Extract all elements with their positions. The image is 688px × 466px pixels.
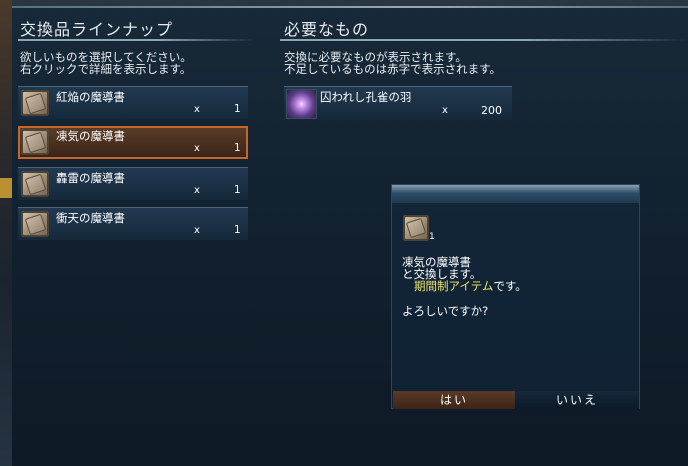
item-name: 凍気の魔導書 [56,129,125,143]
item-quantity: 1 [234,142,241,154]
required-item[interactable]: 囚われし孔雀の羽 x 200 [284,86,512,120]
dialog-item-quantity: 1 [429,232,435,242]
dialog-header [392,185,639,203]
item-quantity: 1 [234,224,241,236]
book-icon [21,171,49,197]
lineup-item-selected[interactable]: 凍気の魔導書 x 1 [18,126,248,159]
required-title-underline [280,39,688,41]
item-name: 轟雷の魔導書 [56,171,125,185]
dialog-question: よろしいですか? [402,304,489,318]
book-icon [21,90,49,116]
background-badge [0,178,12,198]
required-title: 必要なもの [284,20,370,39]
required-instruction-2: 不足しているものは赤字で表示されます。 [284,62,502,76]
lineup-item[interactable]: 紅焔の魔導書 x 1 [18,86,248,119]
item-quantity: 1 [234,184,241,196]
item-multiplier: x [194,225,200,236]
book-icon [21,129,49,155]
feather-icon [286,89,317,119]
background-left-strip [0,0,12,466]
lineup-item[interactable]: 轟雷の魔導書 x 1 [18,167,248,200]
item-multiplier: x [194,185,200,196]
lineup-item[interactable]: 衝天の魔導書 x 1 [18,207,248,240]
required-item-quantity: 200 [481,104,502,117]
panel-top-border [12,6,688,8]
lineup-title: 交換品ラインナップ [20,20,174,39]
no-button[interactable]: いいえ [515,391,639,409]
item-quantity: 1 [234,103,241,115]
item-name: 衝天の魔導書 [56,211,125,225]
required-item-name: 囚われし孔雀の羽 [320,90,412,104]
dialog-period-suffix: です。 [493,279,527,293]
lineup-title-underline [18,39,254,41]
required-item-multiplier: x [442,105,448,116]
book-icon [403,215,429,241]
item-multiplier: x [194,104,200,115]
confirm-dialog: 1 凍気の魔導書 と交換します。 期間制アイテムです。 よろしいですか? はい … [391,184,640,409]
item-multiplier: x [194,143,200,154]
book-icon [21,211,49,237]
lineup-instruction-2: 右クリックで詳細を表示します。 [20,62,192,76]
dialog-period-item-text: 期間制アイテム [414,279,494,293]
yes-button[interactable]: はい [393,391,515,409]
dialog-period-line: 期間制アイテムです。 [414,280,527,293]
item-name: 紅焔の魔導書 [56,90,125,104]
